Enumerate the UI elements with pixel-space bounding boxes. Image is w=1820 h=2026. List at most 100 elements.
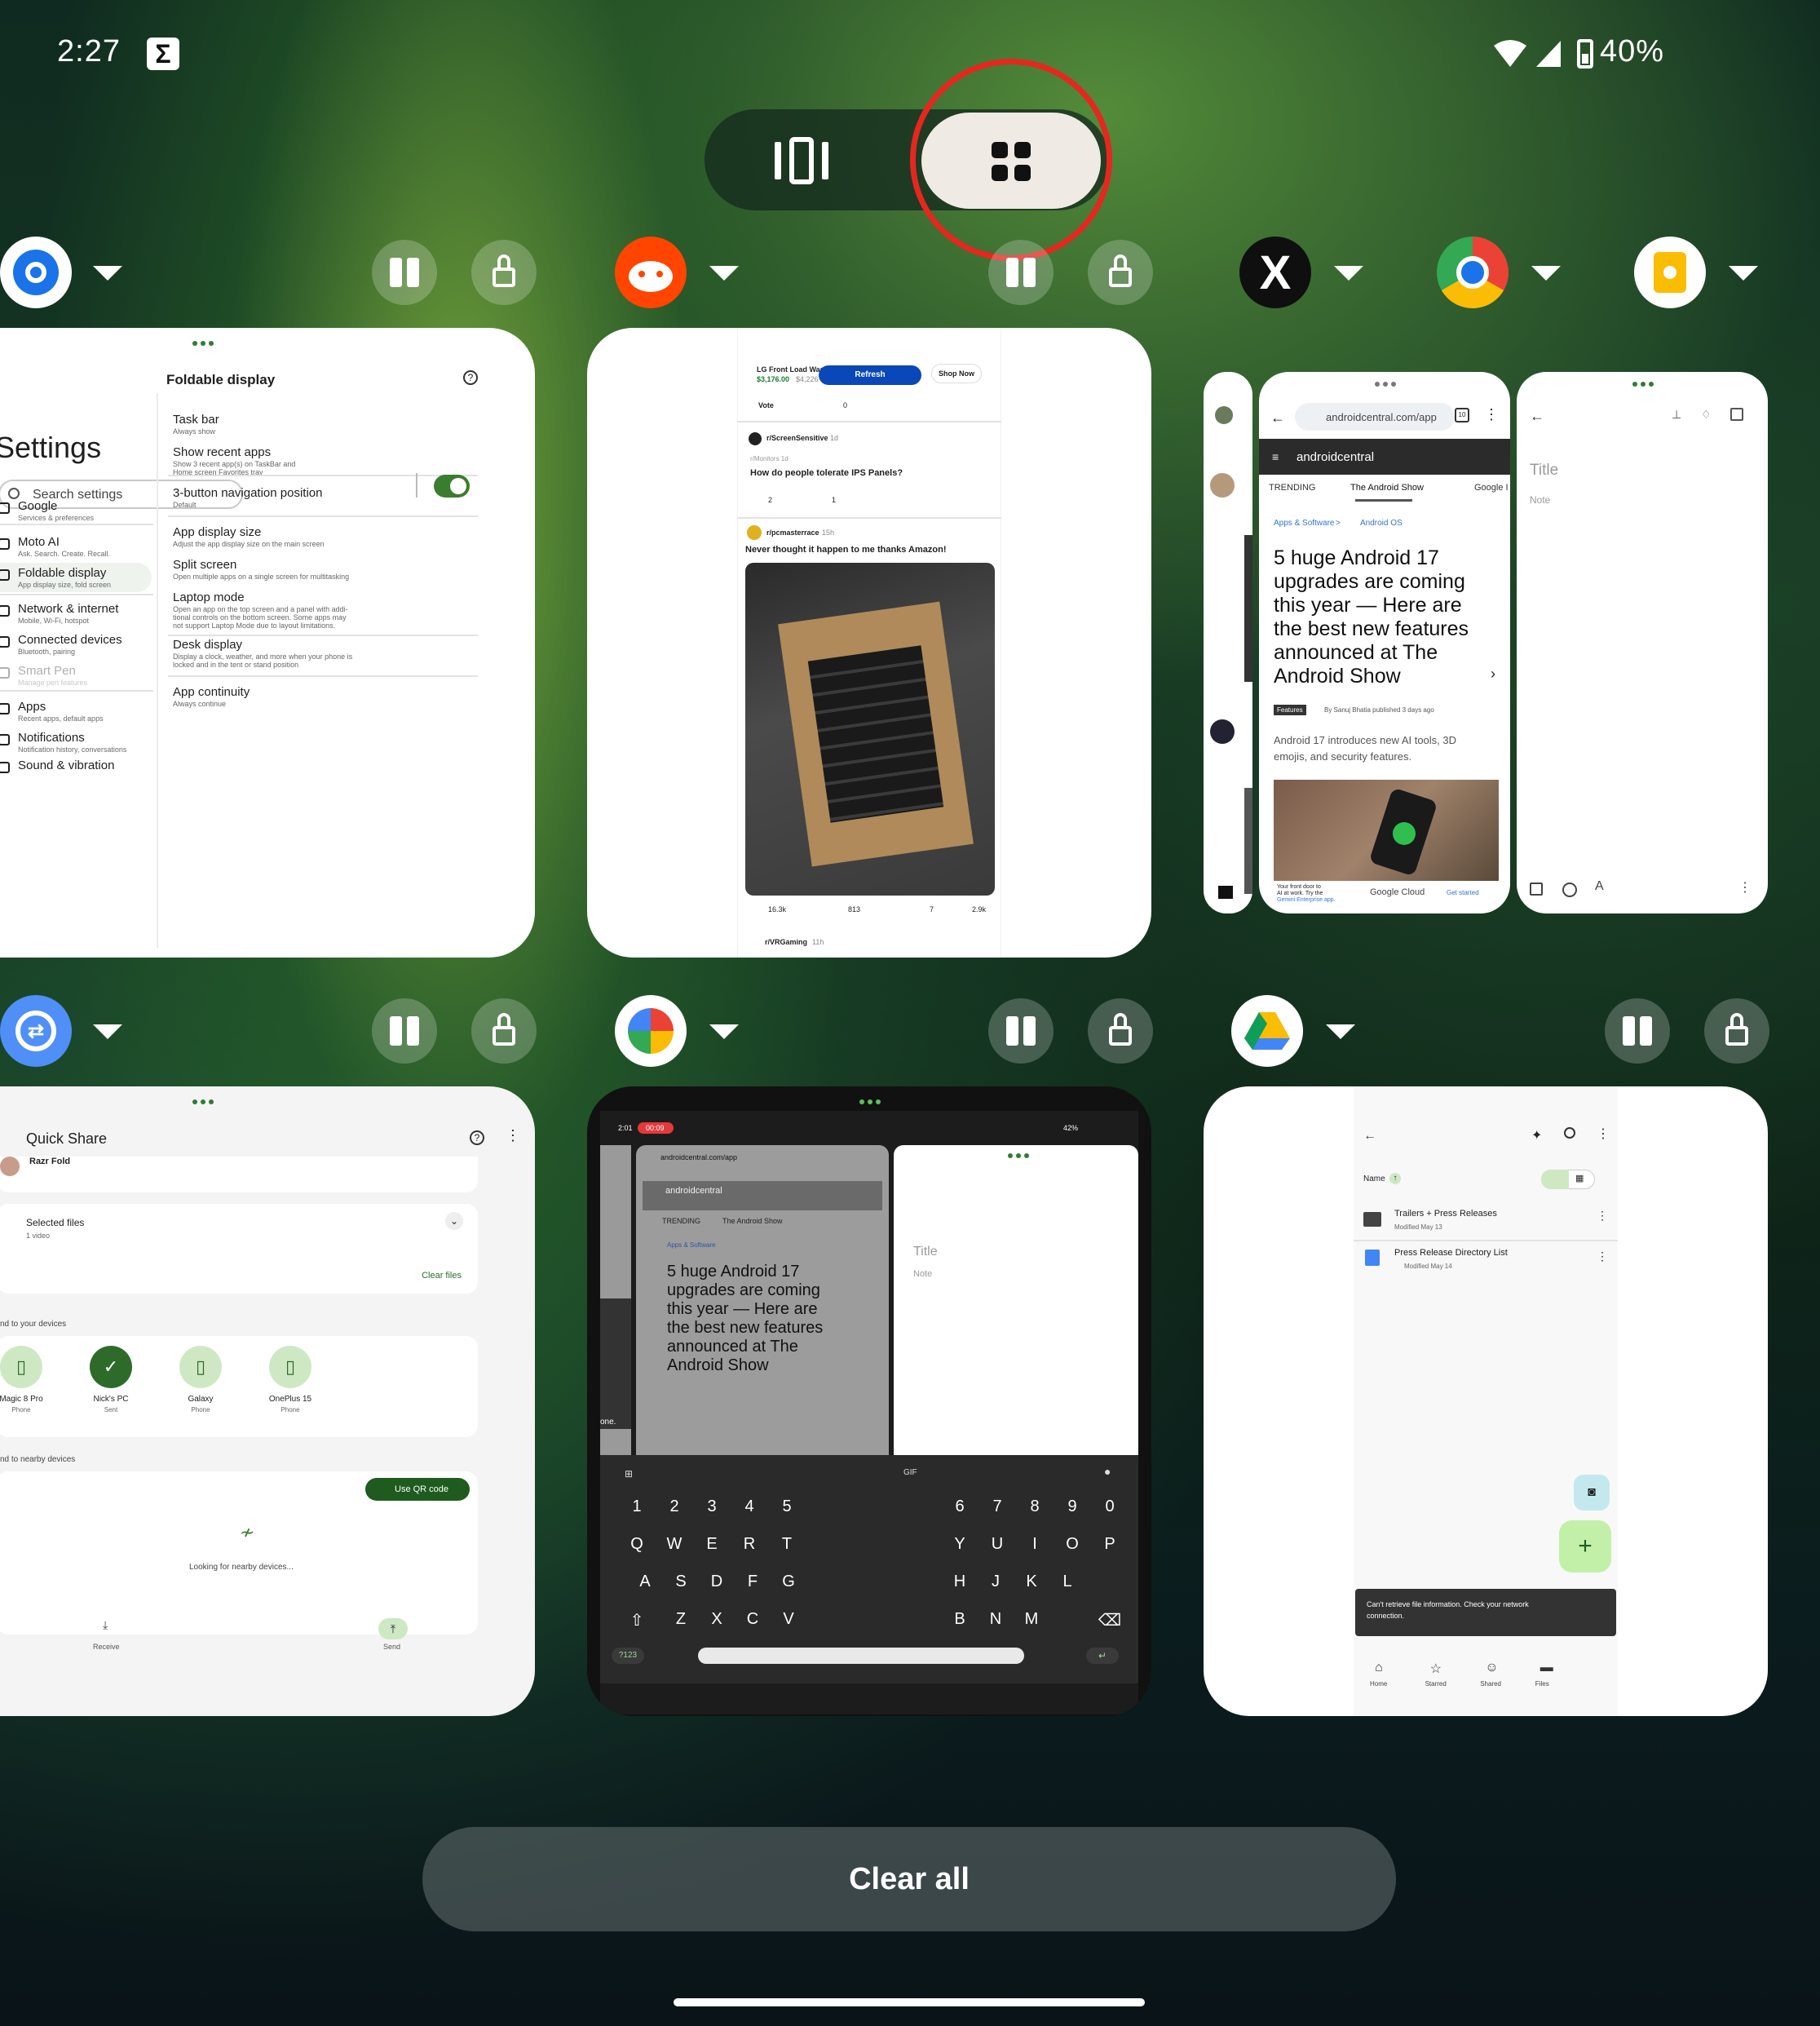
keyboard-key[interactable]: E [700, 1535, 724, 1554]
keyboard-key[interactable]: S [669, 1573, 693, 1591]
backspace-icon[interactable]: ⌫ [1098, 1610, 1122, 1630]
gemini-icon[interactable]: ✦ [1531, 1127, 1542, 1143]
keyboard-key[interactable]: Q [625, 1535, 649, 1554]
list-view-icon[interactable] [1541, 1170, 1569, 1189]
keyboard-key[interactable]: A [633, 1573, 657, 1591]
file2-name[interactable]: Press Release Directory List [1394, 1248, 1508, 1258]
settings-app-icon[interactable] [0, 237, 72, 308]
phone-icon[interactable]: ▯ [269, 1346, 311, 1388]
menu-icon[interactable]: ≡ [1272, 450, 1279, 463]
reddit-split-screen-icon[interactable] [988, 240, 1054, 305]
x-menu-chevron-icon[interactable] [1334, 266, 1363, 281]
keyboard-key[interactable]: N [983, 1610, 1008, 1629]
foldable-option-label[interactable]: Split screen [173, 558, 236, 572]
post-image[interactable] [745, 563, 995, 896]
keyboard-key[interactable]: L [1055, 1573, 1080, 1591]
pin-icon[interactable]: ⊥ [1672, 408, 1681, 422]
settings-item-label[interactable]: Smart Pen [18, 664, 76, 678]
settings-item-label[interactable]: Network & internet [18, 602, 118, 616]
reddit-menu-chevron-icon[interactable] [709, 266, 739, 281]
post1-title[interactable]: How do people tolerate IPS Panels? [750, 468, 903, 478]
quick-share-split-screen-icon[interactable] [372, 998, 437, 1064]
chrome-menu-chevron-icon[interactable] [1531, 266, 1561, 281]
more-icon[interactable]: ⋮ [506, 1127, 520, 1144]
device-name[interactable]: Galaxy [176, 1395, 225, 1404]
quick-share-lock-icon[interactable] [471, 998, 537, 1064]
back-icon[interactable]: ← [1270, 409, 1285, 427]
keyboard-key[interactable]: 2 [662, 1497, 687, 1516]
search-icon[interactable] [1564, 1127, 1575, 1139]
keyboard-key[interactable]: 0 [1098, 1497, 1122, 1516]
foldable-option-label[interactable]: Show recent apps [173, 445, 271, 459]
reddit-card[interactable]: LG Front Load Was $3,176.00 $4,226 Refre… [587, 328, 1151, 958]
settings-menu-chevron-icon[interactable] [93, 266, 122, 281]
foldable-option-label[interactable]: 3-button navigation position [173, 486, 322, 500]
nav-starred-label[interactable]: Starred [1425, 1680, 1447, 1688]
keyboard-key[interactable]: 1 [625, 1497, 649, 1516]
keyboard-key[interactable]: F [740, 1573, 765, 1591]
keyboard-key[interactable]: K [1019, 1573, 1044, 1591]
enter-key[interactable]: ↵ [1086, 1648, 1119, 1664]
settings-item-label[interactable]: Foldable display [18, 566, 106, 580]
check-icon[interactable]: ✓ [90, 1346, 132, 1388]
phone-icon[interactable]: ▯ [179, 1346, 222, 1388]
keyboard-apps-icon[interactable]: ⊞ [625, 1468, 633, 1480]
more-icon[interactable]: ⋮ [1484, 406, 1499, 423]
shop-now-button[interactable]: Shop Now [931, 364, 982, 383]
spacebar-key[interactable] [698, 1648, 1024, 1664]
receive-button[interactable]: Receive [93, 1643, 120, 1651]
add-box-icon[interactable] [1530, 883, 1543, 896]
tabs-count[interactable]: 10 [1455, 408, 1469, 422]
keyboard-key[interactable]: 5 [775, 1497, 799, 1516]
home-icon[interactable] [1218, 886, 1233, 899]
photos-lock-icon[interactable] [1088, 998, 1153, 1064]
x-app-icon[interactable]: X [1239, 237, 1311, 308]
keyboard-key[interactable]: Y [948, 1535, 972, 1554]
photos-card[interactable]: 2:01 00:09 42% one. androidcentral andro… [587, 1086, 1151, 1716]
nav-home-label[interactable]: Home [1370, 1680, 1387, 1688]
file1-name[interactable]: Trailers + Press Releases [1394, 1209, 1497, 1219]
chrome-app-icon[interactable] [1437, 237, 1509, 308]
nav-shared-icon[interactable]: ☺ [1485, 1661, 1498, 1675]
grid-view-icon[interactable]: ▦ [1575, 1173, 1584, 1183]
nav-shared-label[interactable]: Shared [1480, 1680, 1501, 1688]
settings-card[interactable]: Settings Search settings Google Services … [0, 328, 535, 958]
vote-button[interactable]: Vote [758, 401, 774, 409]
back-icon[interactable]: ← [1530, 408, 1544, 425]
more-icon[interactable]: ⋮ [1597, 1250, 1608, 1263]
post2-title[interactable]: Never thought it happen to me thanks Ama… [745, 545, 947, 555]
clear-files-button[interactable]: Clear files [422, 1271, 462, 1281]
quick-share-card[interactable]: Quick Share ? ⋮ Razr Fold Selected files… [0, 1086, 535, 1716]
keyboard-key[interactable]: R [737, 1535, 762, 1554]
drive-split-screen-icon[interactable] [1605, 998, 1670, 1064]
photos-app-icon[interactable] [615, 995, 687, 1067]
carousel-view-icon[interactable] [775, 137, 840, 184]
settings-item-label[interactable]: Connected devices [18, 633, 122, 647]
keyboard-key[interactable]: C [740, 1610, 765, 1629]
keyboard-key[interactable]: D [705, 1573, 729, 1591]
foldable-option-label[interactable]: App display size [173, 525, 261, 539]
more-icon[interactable]: ⋮ [1738, 879, 1752, 896]
keyboard-key[interactable]: T [775, 1535, 799, 1554]
quick-share-menu-chevron-icon[interactable] [93, 1024, 122, 1039]
drive-lock-icon[interactable] [1704, 998, 1769, 1064]
keyboard-key[interactable]: 7 [985, 1497, 1009, 1516]
keyboard-key[interactable]: V [776, 1610, 801, 1629]
archive-icon[interactable] [1730, 408, 1743, 421]
refresh-button[interactable]: Refresh [819, 365, 921, 385]
x-card[interactable] [1204, 372, 1252, 913]
expand-chevron-icon[interactable]: ⌄ [445, 1212, 463, 1230]
drive-app-icon[interactable] [1231, 995, 1303, 1067]
keyboard-key[interactable]: O [1060, 1535, 1084, 1554]
use-qr-code-button[interactable]: Use QR code [365, 1478, 470, 1501]
article-image[interactable] [1274, 780, 1499, 881]
drive-card[interactable]: ← ✦ ⋮ Name ↑ ▦ Trailers + Press Releases… [1204, 1086, 1768, 1716]
chevron-right-icon[interactable]: › [1491, 666, 1495, 683]
reddit-lock-icon[interactable] [1088, 240, 1153, 305]
camera-button[interactable]: ◙ [1574, 1475, 1610, 1511]
send-icon[interactable]: ⤒ [378, 1618, 408, 1639]
settings-item-label[interactable]: Moto AI [18, 535, 60, 549]
keyboard-key[interactable]: 3 [700, 1497, 724, 1516]
keyboard-key[interactable]: 4 [737, 1497, 762, 1516]
clear-all-button[interactable]: Clear all [422, 1827, 1396, 1931]
